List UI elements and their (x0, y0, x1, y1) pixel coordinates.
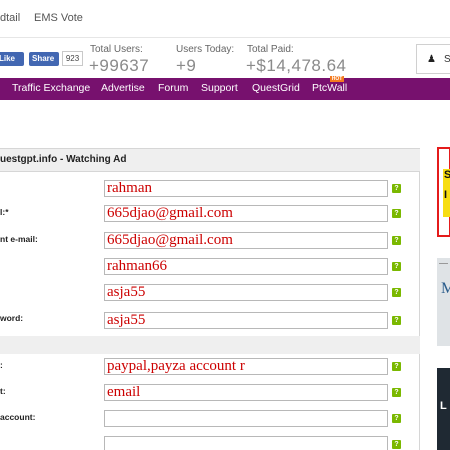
facebook-like-button[interactable]: Like (0, 52, 24, 66)
users-today-label: Users Today: (176, 44, 235, 55)
help-icon[interactable]: ? (392, 362, 401, 371)
main-menu: Traffic Exchange Advertise Forum Support… (0, 78, 450, 100)
payment-method-input[interactable]: paypal,payza account r (104, 358, 388, 375)
extra-input[interactable] (104, 436, 388, 450)
field-label-payment-method: : (0, 360, 3, 370)
help-icon[interactable]: ? (392, 316, 401, 325)
menu-support[interactable]: Support (201, 82, 238, 94)
nav-link-dtail[interactable]: dtail (0, 12, 20, 24)
menu-traffic-exchange[interactable]: Traffic Exchange (12, 82, 90, 94)
sign-in-label: Si (444, 54, 450, 65)
password-input[interactable]: asja55 (104, 284, 388, 301)
nav-link-ems-vote[interactable]: EMS Vote (34, 12, 83, 24)
ad3-text: L (440, 400, 447, 412)
payment-type-input[interactable]: email (104, 384, 388, 401)
hot-badge: HOT (330, 76, 344, 82)
help-icon[interactable]: ? (392, 440, 401, 449)
sign-in-button[interactable]: ♟ Si (416, 44, 450, 74)
menu-questgrid[interactable]: QuestGrid (252, 82, 300, 94)
help-icon[interactable]: ? (392, 184, 401, 193)
total-users-label: Total Users: (90, 44, 143, 55)
help-icon[interactable]: ? (392, 388, 401, 397)
help-icon[interactable]: ? (392, 209, 401, 218)
form-section-divider (0, 336, 420, 354)
field-label-payment-account: account: (0, 412, 36, 422)
payment-account-input[interactable] (104, 410, 388, 427)
like-label: Like (0, 54, 16, 63)
user-icon: ♟ (427, 54, 436, 65)
ad2-line (439, 263, 448, 264)
total-paid-label: Total Paid: (247, 44, 294, 55)
share-count: 923 (62, 51, 83, 66)
help-icon[interactable]: ? (392, 262, 401, 271)
share-label: Share (32, 54, 55, 63)
confirm-email-input[interactable]: 665djao@gmail.com (104, 232, 388, 249)
help-icon[interactable]: ? (392, 236, 401, 245)
users-today-value: +9 (176, 56, 197, 75)
ad1-text-1: S (444, 169, 450, 181)
form-title: uestgpt.info - Watching Ad (0, 154, 127, 165)
total-users-value: +99637 (89, 56, 150, 75)
total-paid-value: +$14,478.64 (246, 56, 347, 75)
sidebar-ad-3[interactable]: L (437, 368, 450, 450)
sidebar-ad-1[interactable]: S I (437, 147, 450, 237)
field-label-confirm-password: word: (0, 313, 24, 323)
menu-advertise[interactable]: Advertise (101, 82, 145, 94)
field-label-payment-type: t: (0, 386, 6, 396)
ad1-text-2: I (444, 189, 448, 201)
menu-ptcwall[interactable]: PtcWall (312, 82, 347, 94)
top-nav: dtail EMS Vote (0, 0, 450, 35)
ad2-text: M (441, 280, 450, 297)
field-label-email: l:* (0, 207, 9, 217)
email-input[interactable]: 665djao@gmail.com (104, 205, 388, 222)
username-input[interactable]: rahman (104, 180, 388, 197)
confirm-password-input[interactable]: asja55 (104, 312, 388, 329)
menu-forum[interactable]: Forum (158, 82, 188, 94)
field-label-confirm-email: nt e-mail: (0, 234, 38, 244)
help-icon[interactable]: ? (392, 414, 401, 423)
referrer-input[interactable]: rahman66 (104, 258, 388, 275)
form-header: uestgpt.info - Watching Ad (0, 148, 420, 172)
facebook-share-button[interactable]: Share (29, 52, 59, 66)
sidebar-ad-2[interactable]: M (437, 258, 450, 346)
help-icon[interactable]: ? (392, 288, 401, 297)
